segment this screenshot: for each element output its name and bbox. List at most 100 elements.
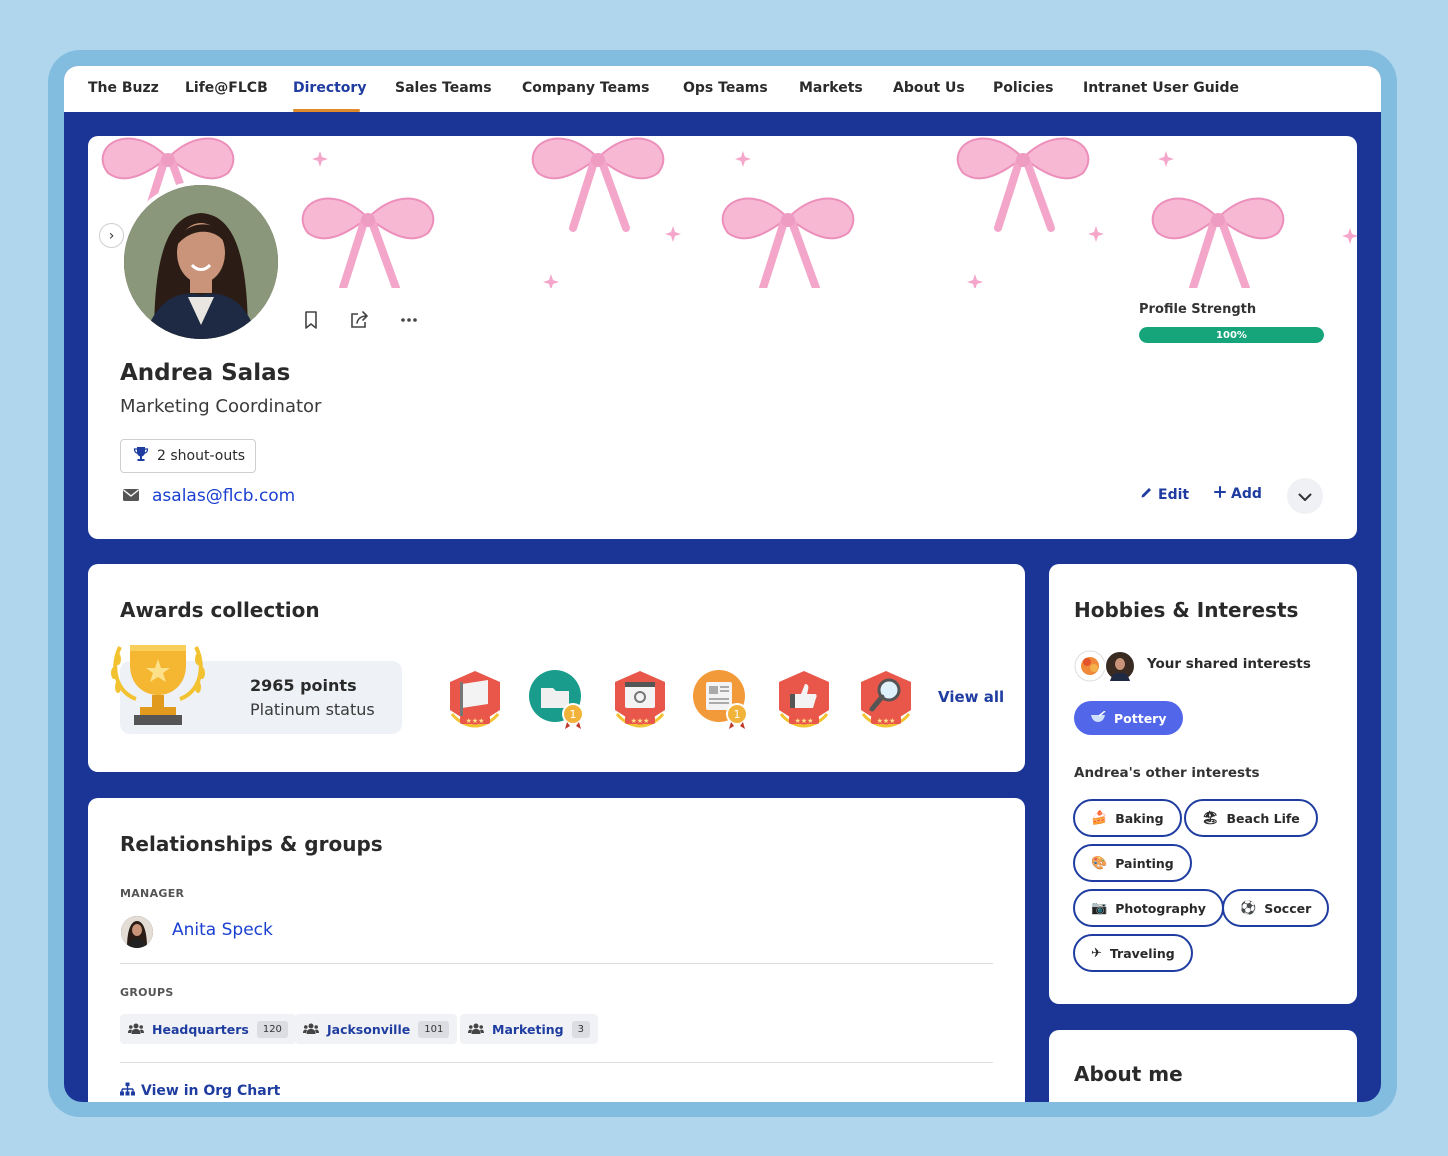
view-all-awards-link[interactable]: View all	[938, 688, 1004, 706]
trophy-icon	[133, 446, 149, 466]
nav-sales-teams[interactable]: Sales Teams	[395, 80, 492, 96]
shoutouts-count: 2 shout-outs	[157, 448, 245, 464]
manager-label: MANAGER	[120, 887, 185, 900]
svg-text:★★★: ★★★	[631, 717, 650, 725]
svg-text:1: 1	[734, 708, 741, 721]
manager-name-link[interactable]: Anita Speck	[172, 920, 273, 940]
manager-avatar	[121, 916, 153, 948]
add-button[interactable]: Add	[1214, 486, 1262, 502]
shoutouts-button[interactable]: 2 shout-outs	[120, 439, 256, 473]
intranet-screen: The Buzz Life@FLCB Directory Sales Teams…	[64, 66, 1381, 1102]
share-icon[interactable]	[349, 309, 371, 331]
thumbs-up-badge-icon[interactable]: ★★★	[773, 668, 835, 730]
svg-text:★★★: ★★★	[795, 717, 814, 725]
nav-ops-teams[interactable]: Ops Teams	[683, 80, 768, 96]
org-chart-label: View in Org Chart	[141, 1083, 281, 1099]
chevron-down-icon	[1298, 487, 1312, 506]
svg-text:1: 1	[570, 708, 577, 721]
cake-icon: 🍰	[1091, 810, 1108, 826]
beach-umbrella-icon: 🏖	[1202, 810, 1219, 826]
group-chip-marketing[interactable]: Marketing 3	[460, 1014, 598, 1044]
plus-icon	[1214, 486, 1226, 502]
newsletter-badge-icon[interactable]: 1	[691, 668, 753, 730]
email-row: asalas@flcb.com	[122, 486, 295, 506]
bookmark-icon[interactable]	[300, 309, 322, 331]
flag-badge-icon[interactable]: ★★★	[444, 668, 506, 730]
top-nav: The Buzz Life@FLCB Directory Sales Teams…	[64, 66, 1381, 112]
nav-policies[interactable]: Policies	[993, 80, 1053, 96]
camera-icon: 📷	[1091, 900, 1108, 916]
groups-label: GROUPS	[120, 986, 174, 999]
people-icon	[468, 1020, 484, 1039]
profile-strength-fill: 100%	[1139, 327, 1324, 343]
about-me-heading: About me	[1074, 1062, 1183, 1086]
more-options-icon[interactable]	[398, 309, 420, 331]
pottery-icon	[1090, 709, 1106, 726]
email-link[interactable]: asalas@flcb.com	[152, 486, 295, 506]
org-chart-icon	[120, 1082, 135, 1100]
profile-strength-bar: 100%	[1139, 327, 1324, 343]
group-member-count: 101	[418, 1020, 450, 1038]
magnifier-badge-icon[interactable]: ★★★	[855, 668, 917, 730]
group-chip-jacksonville[interactable]: Jacksonville 101	[295, 1014, 458, 1044]
profile-name: Andrea Salas	[120, 360, 291, 386]
other-interests-label: Andrea's other interests	[1074, 765, 1260, 781]
awards-card: Awards collection 2965 points Platinum s…	[88, 564, 1025, 772]
group-chip-headquarters[interactable]: Headquarters 120	[120, 1014, 296, 1044]
nav-intranet-user-guide[interactable]: Intranet User Guide	[1083, 80, 1239, 96]
interest-pill-photography[interactable]: 📷 Photography	[1073, 889, 1224, 927]
nav-about-us[interactable]: About Us	[893, 80, 965, 96]
points-value: 2965 points	[250, 676, 357, 695]
profile-avatar	[120, 181, 282, 343]
about-me-card: About me	[1049, 1030, 1357, 1102]
shared-interests-label: Your shared interests	[1147, 656, 1311, 672]
view-org-chart-link[interactable]: View in Org Chart	[120, 1082, 280, 1100]
nav-markets[interactable]: Markets	[799, 80, 863, 96]
pencil-icon	[1140, 486, 1153, 503]
nav-life-at-flcb[interactable]: Life@FLCB	[185, 80, 268, 96]
edit-label: Edit	[1158, 486, 1190, 503]
interest-pill-pottery[interactable]: Pottery	[1074, 701, 1183, 735]
profile-strength-label: Profile Strength	[1139, 302, 1257, 317]
interest-label: Traveling	[1109, 945, 1175, 961]
section-divider	[120, 963, 993, 964]
interest-label: Baking	[1115, 810, 1164, 826]
svg-text:★★★: ★★★	[877, 717, 896, 725]
airplane-icon: ✈	[1091, 945, 1102, 961]
folder-badge-icon[interactable]: 1	[527, 668, 589, 730]
interest-label: Beach Life	[1226, 810, 1300, 826]
people-icon	[128, 1020, 144, 1039]
group-name: Headquarters	[152, 1021, 249, 1037]
relationships-heading: Relationships & groups	[120, 832, 383, 856]
hobbies-heading: Hobbies & Interests	[1074, 598, 1299, 622]
people-icon	[303, 1020, 319, 1039]
interest-pill-soccer[interactable]: ⚽ Soccer	[1222, 889, 1330, 927]
expand-sidebar-button[interactable]: ›	[99, 223, 124, 248]
hobbies-card: Hobbies & Interests Your shared interest…	[1049, 564, 1357, 1004]
interest-pill-painting[interactable]: 🎨 Painting	[1073, 844, 1192, 882]
interest-pill-traveling[interactable]: ✈ Traveling	[1073, 934, 1193, 972]
awards-heading: Awards collection	[120, 598, 320, 622]
shared-avatars	[1074, 650, 1136, 682]
interest-pill-beach-life[interactable]: 🏖 Beach Life	[1184, 799, 1318, 837]
nav-directory[interactable]: Directory	[293, 80, 366, 96]
interest-label: Soccer	[1264, 900, 1312, 916]
profile-card: › Andrea Salas Marketing Coordinator 2 s…	[88, 136, 1357, 539]
group-name: Jacksonville	[327, 1021, 411, 1037]
interest-label: Pottery	[1114, 710, 1167, 726]
soccer-ball-icon: ⚽	[1240, 900, 1257, 916]
section-divider	[120, 1062, 993, 1063]
nav-the-buzz[interactable]: The Buzz	[88, 80, 159, 96]
interest-label: Photography	[1115, 900, 1206, 916]
expand-profile-button[interactable]	[1287, 478, 1323, 514]
interest-pill-baking[interactable]: 🍰 Baking	[1073, 799, 1182, 837]
edit-profile-button[interactable]: Edit	[1140, 486, 1189, 503]
relationships-card: Relationships & groups MANAGER Anita Spe…	[88, 798, 1025, 1102]
group-member-count: 3	[571, 1020, 590, 1038]
webpage-badge-icon[interactable]: ★★★	[609, 668, 671, 730]
add-label: Add	[1231, 486, 1262, 502]
nav-company-teams[interactable]: Company Teams	[522, 80, 649, 96]
interest-label: Painting	[1115, 855, 1174, 871]
active-tab-indicator	[293, 109, 360, 112]
profile-job-title: Marketing Coordinator	[120, 396, 322, 417]
